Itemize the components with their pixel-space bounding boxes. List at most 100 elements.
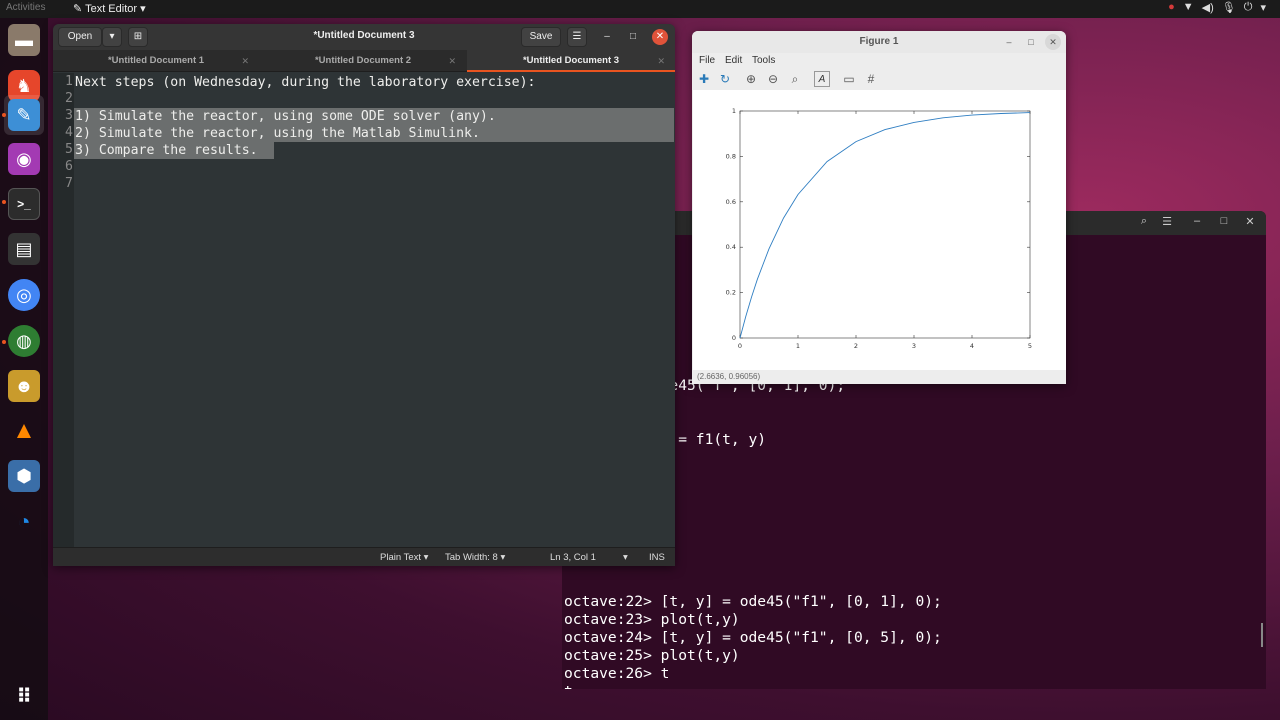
tab-label: *Untitled Document 3 xyxy=(522,55,620,66)
menu-icon[interactable]: ☰ xyxy=(1159,215,1175,228)
text-line[interactable]: 3) Compare the results. xyxy=(75,142,258,159)
terminal-line: t = xyxy=(564,683,1254,689)
insert-mode-indicator: INS xyxy=(649,552,665,563)
zoom-in-icon[interactable]: ⊕ xyxy=(743,71,759,87)
text-editor-icon[interactable]: ✎ xyxy=(8,99,40,131)
media-editor-icon[interactable]: ▤ xyxy=(8,233,40,265)
maximize-button[interactable]: □ xyxy=(1216,215,1232,227)
plot-axes-box xyxy=(739,110,1031,339)
text-tool-icon[interactable]: A xyxy=(814,71,830,87)
close-button[interactable]: ✕ xyxy=(1045,34,1061,50)
line-number: 3 xyxy=(65,108,73,123)
editor-headerbar[interactable]: Open ▾ ⊞ *Untitled Document 3 Save ☰ – □… xyxy=(53,24,675,50)
dock: ▬ ♞ ✎ ◉ >_ ▤ ◎ ◍ ☻ ▲ ⬢ ◔ ⠿ xyxy=(0,18,48,720)
rotate-icon[interactable]: ↻ xyxy=(717,71,733,87)
chevron-down-icon[interactable]: ▾ xyxy=(623,552,628,563)
plot-canvas[interactable]: 0 1 2 3 4 5 0 0.2 0.4 0.6 0.8 1 xyxy=(693,90,1066,370)
close-icon[interactable]: ✕ xyxy=(241,50,249,72)
y-tick-label: 1 xyxy=(732,107,736,115)
app-menu[interactable]: ✎ Text Editor ▾ xyxy=(73,2,146,15)
close-button[interactable]: ✕ xyxy=(1242,215,1258,228)
new-tab-button[interactable]: ⊞ xyxy=(128,27,148,47)
cursor-position-selector[interactable]: Ln 3, Col 1 xyxy=(550,552,596,563)
figure-window[interactable]: Figure 1 – □ ✕ File Edit Tools ✚ ↻ ⊕ ⊖ ⌕… xyxy=(692,31,1066,384)
zoom-icon[interactable]: ⌕ xyxy=(787,71,803,87)
close-button[interactable]: ✕ xyxy=(652,29,668,45)
gimp-icon[interactable]: ☻ xyxy=(8,370,40,402)
language-selector[interactable]: Plain Text ▾ xyxy=(380,552,428,563)
terminal-line: octave:24> [t, y] = ode45("f1", [0, 5], … xyxy=(564,629,942,646)
tab-document-1[interactable]: *Untitled Document 1 ✕ xyxy=(53,50,259,72)
search-icon[interactable]: ⌕ xyxy=(1136,215,1152,228)
network-app-icon[interactable]: ◍ xyxy=(8,325,40,357)
figure-menubar: File Edit Tools xyxy=(692,53,1066,69)
hamburger-menu-button[interactable]: ☰ xyxy=(567,27,587,47)
line-chart: 0 1 2 3 4 5 0 0.2 0.4 0.6 0.8 1 xyxy=(726,107,1032,350)
tab-width-label: Tab Width: 8 xyxy=(445,552,498,563)
figure-titlebar[interactable]: Figure 1 – □ ✕ xyxy=(692,31,1066,53)
minimize-button[interactable]: – xyxy=(1001,34,1017,50)
app-menu-label: Text Editor xyxy=(85,3,138,15)
menu-tools[interactable]: Tools xyxy=(752,55,775,66)
terminal-line: octave:23> plot(t,y) xyxy=(564,611,740,628)
series-line xyxy=(739,112,1031,339)
tab-width-selector[interactable]: Tab Width: 8 ▾ xyxy=(445,552,505,563)
minimize-button[interactable]: – xyxy=(1189,215,1205,227)
coord-readout-bar: (2.6636, 0.96056) xyxy=(692,370,1066,384)
close-icon[interactable]: ✕ xyxy=(448,50,456,72)
maximize-button[interactable]: □ xyxy=(625,29,641,45)
terminal-icon[interactable]: >_ xyxy=(8,188,40,220)
tab-label: *Untitled Document 1 xyxy=(107,55,205,66)
tab-document-2[interactable]: *Untitled Document 2 ✕ xyxy=(260,50,466,72)
minimize-button[interactable]: – xyxy=(599,29,615,45)
record-icon[interactable]: ● xyxy=(1168,1,1175,14)
x-tick-label: 0 xyxy=(738,342,742,350)
axes-icon[interactable]: ▭ xyxy=(841,71,857,87)
save-button[interactable]: Save xyxy=(521,27,561,47)
video-app-icon[interactable]: ◉ xyxy=(8,143,40,175)
text-line[interactable]: Next steps (on Wednesday, during the lab… xyxy=(75,74,536,91)
files-icon[interactable]: ▬ xyxy=(8,24,40,56)
terminal-line: octave:26> t xyxy=(564,665,670,682)
tab-document-3[interactable]: *Untitled Document 3 ✕ xyxy=(467,50,675,72)
zoom-out-icon[interactable]: ⊖ xyxy=(765,71,781,87)
maximize-button[interactable]: □ xyxy=(1023,34,1039,50)
text-line[interactable]: 1) Simulate the reactor, using some ODE … xyxy=(75,108,496,125)
terminal-line: octave:25> plot(t,y) xyxy=(564,647,740,664)
wifi-icon: ▼ xyxy=(1182,1,1194,13)
top-bar: Activities ✎ Text Editor ▾ ● ▼ ◀) 🎙 ⏻ ▾ xyxy=(0,0,1280,18)
line-number-gutter: 1 2 3 4 5 6 7 xyxy=(53,73,74,547)
activities-button[interactable]: Activities xyxy=(6,2,45,13)
figure-toolbar: ✚ ↻ ⊕ ⊖ ⌕ A ▭ # xyxy=(692,69,1066,90)
language-label: Plain Text xyxy=(380,552,422,563)
virtualbox-icon[interactable]: ⬢ xyxy=(8,460,40,492)
line-number: 2 xyxy=(65,91,73,106)
line-number: 7 xyxy=(65,176,73,191)
volume-icon: ◀) xyxy=(1201,2,1214,14)
menu-edit[interactable]: Edit xyxy=(725,55,742,66)
open-dropdown-button[interactable]: ▾ xyxy=(102,27,122,47)
text-line[interactable]: 2) Simulate the reactor, using the Matla… xyxy=(75,125,480,142)
x-tick-label: 3 xyxy=(912,342,916,350)
pan-icon[interactable]: ✚ xyxy=(696,71,712,87)
running-indicator xyxy=(2,340,6,344)
vlc-icon[interactable]: ▲ xyxy=(8,415,40,447)
grid-icon[interactable]: # xyxy=(863,71,879,87)
app-grid-icon[interactable]: ⠿ xyxy=(8,680,40,712)
open-button[interactable]: Open xyxy=(58,27,102,47)
system-tray[interactable]: ● ▼ ◀) 🎙 ⏻ ▾ xyxy=(1168,1,1266,14)
y-tick-label: 0.2 xyxy=(726,289,736,297)
x-tick-label: 5 xyxy=(1028,342,1032,350)
power-icon: ⏻ xyxy=(1243,1,1253,13)
chrome-icon[interactable]: ◎ xyxy=(8,279,40,311)
scrollbar[interactable] xyxy=(1261,623,1263,647)
text-editor-window[interactable]: Open ▾ ⊞ *Untitled Document 3 Save ☰ – □… xyxy=(53,24,675,566)
line-number: 1 xyxy=(65,74,73,89)
tab-label: *Untitled Document 2 xyxy=(314,55,412,66)
scilab-icon[interactable]: ◔ xyxy=(8,506,40,538)
y-tick-label: 0.8 xyxy=(726,152,736,160)
menu-file[interactable]: File xyxy=(699,55,715,66)
close-icon[interactable]: ✕ xyxy=(657,50,665,72)
line-number: 6 xyxy=(65,159,73,174)
